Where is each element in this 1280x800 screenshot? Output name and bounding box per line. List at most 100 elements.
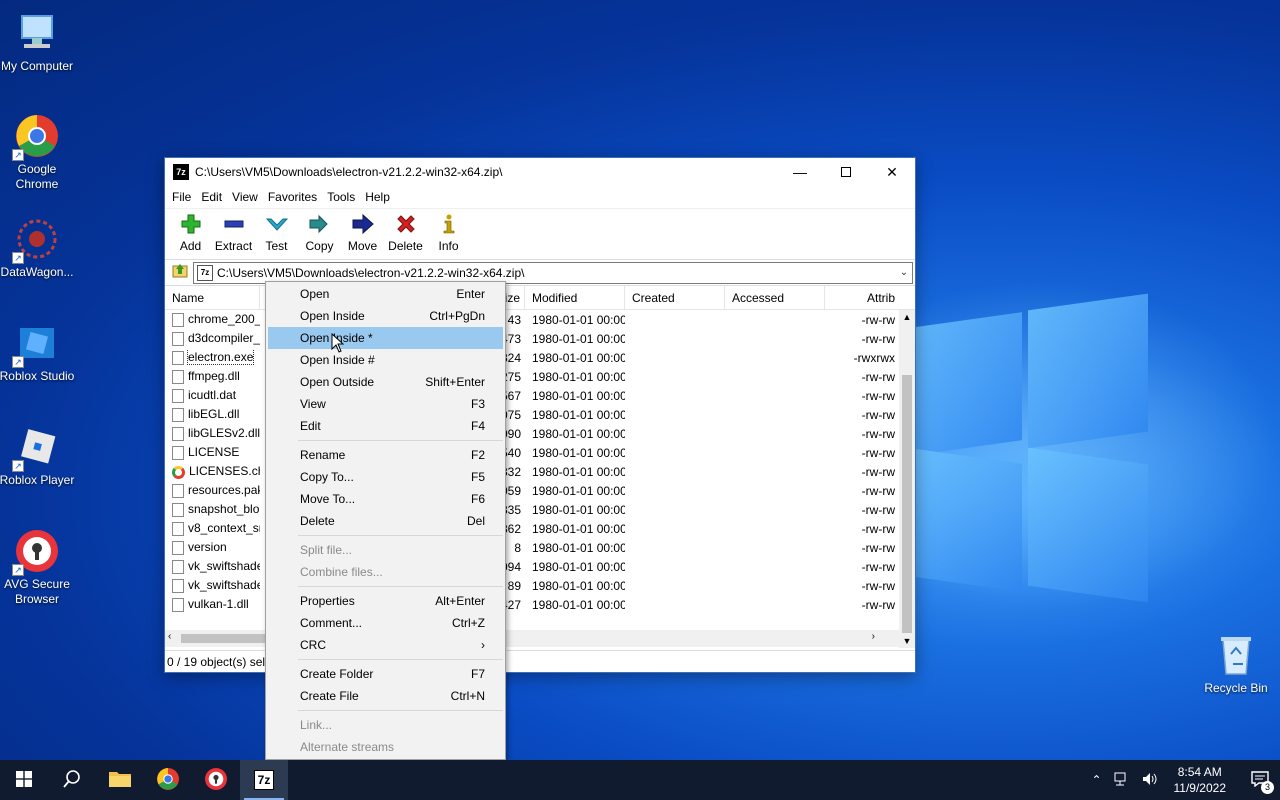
taskbar-file-explorer[interactable] — [96, 760, 144, 800]
move-button[interactable]: Move — [341, 209, 384, 259]
scroll-up-icon[interactable]: ▲ — [899, 310, 915, 324]
menu-tools[interactable]: Tools — [322, 190, 360, 204]
desktop-icon-avg-secure-browser[interactable]: ↗ AVG Secure Browser — [0, 528, 75, 607]
toolbar: Add Extract Test Copy Move Delete Info — [165, 208, 915, 260]
file-modified-cell: 1980-01-01 00:00 — [532, 578, 625, 593]
copy-button[interactable]: Copy — [298, 209, 341, 259]
scroll-left-icon[interactable]: ‹ — [168, 631, 171, 642]
file-modified-cell: 1980-01-01 00:00 — [532, 350, 625, 365]
window-titlebar[interactable]: 7z C:\Users\VM5\Downloads\electron-v21.2… — [165, 158, 915, 186]
menu-item-shortcut: F6 — [470, 492, 485, 506]
close-button[interactable]: ✕ — [869, 158, 915, 186]
menu-item-open-outside[interactable]: Open Outside Shift+Enter — [266, 371, 505, 393]
volume-icon[interactable] — [1142, 772, 1158, 789]
7zip-app-icon: 7z — [173, 164, 189, 180]
desktop-icon-roblox-player[interactable]: ↗ Roblox Player — [0, 424, 75, 488]
menu-item-label: CRC — [300, 638, 326, 652]
menu-favorites[interactable]: Favorites — [263, 190, 322, 204]
menu-item-open-inside[interactable]: Open Inside Ctrl+PgDn — [266, 305, 505, 327]
menu-file[interactable]: File — [167, 190, 196, 204]
menu-item-comment[interactable]: Comment... Ctrl+Z — [266, 612, 505, 634]
menu-item-create-file[interactable]: Create File Ctrl+N — [266, 685, 505, 707]
taskbar-7zip[interactable]: 7z — [240, 760, 288, 800]
menu-separator — [298, 659, 503, 660]
file-name-cell: vk_swiftshader — [165, 578, 260, 593]
notification-center-button[interactable]: 3 — [1240, 760, 1280, 800]
menu-item-rename[interactable]: Rename F2 — [266, 444, 505, 466]
menu-separator — [298, 586, 503, 587]
menu-item-shortcut: Del — [466, 514, 485, 528]
menu-item-open[interactable]: Open Enter — [266, 283, 505, 305]
taskbar-chrome[interactable] — [144, 760, 192, 800]
menu-help[interactable]: Help — [360, 190, 395, 204]
vertical-scroll-thumb[interactable] — [902, 375, 912, 633]
chevron-down-icon[interactable]: ⌄ — [896, 267, 912, 278]
scroll-down-icon[interactable]: ▼ — [899, 634, 915, 648]
column-name[interactable]: Name — [165, 286, 260, 309]
file-icon — [172, 483, 184, 498]
desktop-icon-label: My Computer — [0, 59, 74, 73]
start-button[interactable] — [0, 760, 48, 800]
column-modified[interactable]: Modified — [525, 286, 625, 309]
taskbar-avg-browser[interactable] — [192, 760, 240, 800]
delete-button[interactable]: Delete — [384, 209, 427, 259]
file-attrib-cell: -rw-rw — [861, 521, 895, 536]
file-attrib-cell: -rw-rw — [861, 407, 895, 422]
menu-item-crc[interactable]: CRC › — [266, 634, 505, 656]
search-button[interactable] — [48, 760, 96, 800]
desktop-icon-roblox-studio[interactable]: ↗ Roblox Studio — [0, 320, 75, 384]
file-name-cell: LICENSE — [165, 445, 260, 460]
minimize-button[interactable]: — — [777, 158, 823, 186]
file-name: vk_swiftshader — [188, 578, 260, 593]
menu-item-open-inside[interactable]: Open Inside # — [266, 349, 505, 371]
file-modified-cell: 1980-01-01 00:00 — [532, 597, 625, 612]
test-button[interactable]: Test — [255, 209, 298, 259]
file-modified-cell: 1980-01-01 00:00 — [532, 331, 625, 346]
shortcut-arrow-icon: ↗ — [12, 460, 24, 472]
add-button[interactable]: Add — [169, 209, 212, 259]
info-button[interactable]: Info — [427, 209, 470, 259]
chrome-file-icon — [172, 465, 185, 479]
menu-item-label: Link... — [300, 718, 333, 732]
menu-view[interactable]: View — [227, 190, 263, 204]
file-name: icudtl.dat — [188, 388, 237, 403]
menu-item-edit[interactable]: Edit F4 — [266, 415, 505, 437]
address-path: C:\Users\VM5\Downloads\electron-v21.2.2-… — [217, 265, 525, 280]
menu-item-view[interactable]: View F3 — [266, 393, 505, 415]
file-name: v8_context_sna — [188, 521, 260, 536]
menu-item-label: Rename — [300, 448, 346, 462]
column-attrib[interactable]: Attrib — [825, 286, 899, 309]
desktop-icon-datawagon[interactable]: ↗ DataWagon... — [0, 216, 75, 280]
file-attrib-cell: -rw-rw — [861, 331, 895, 346]
network-icon[interactable] — [1114, 772, 1130, 789]
desktop-icon-label: Google Chrome — [15, 162, 59, 191]
menu-item-label: View — [300, 397, 326, 411]
menu-item-shortcut: Ctrl+Z — [452, 616, 485, 630]
column-accessed[interactable]: Accessed — [725, 286, 825, 309]
clock-date: 11/9/2022 — [1173, 781, 1227, 795]
menu-item-copy-to[interactable]: Copy To... F5 — [266, 466, 505, 488]
extract-button[interactable]: Extract — [212, 209, 255, 259]
menu-item-delete[interactable]: Delete Del — [266, 510, 505, 532]
menu-item-create-folder[interactable]: Create Folder F7 — [266, 663, 505, 685]
chevron-up-icon[interactable]: ⌃ — [1091, 773, 1101, 787]
clock[interactable]: 8:54 AM 11/9/2022 — [1174, 764, 1227, 796]
desktop-icon-my-computer[interactable]: My Computer — [0, 10, 75, 74]
desktop-icon-label: Roblox Studio — [0, 369, 75, 383]
menu-item-label: Split file... — [300, 543, 353, 557]
menu-item-move-to[interactable]: Move To... F6 — [266, 488, 505, 510]
file-name-cell: vk_swiftshader — [165, 559, 260, 574]
column-created[interactable]: Created — [625, 286, 725, 309]
menu-item-open-inside[interactable]: Open Inside * — [268, 327, 503, 349]
horizontal-scroll-thumb[interactable] — [181, 634, 271, 643]
menu-edit[interactable]: Edit — [196, 190, 227, 204]
menu-item-properties[interactable]: Properties Alt+Enter — [266, 590, 505, 612]
scroll-right-icon[interactable]: › — [872, 631, 875, 642]
folder-up-button[interactable] — [167, 262, 193, 284]
menu-item-label: Combine files... — [300, 565, 383, 579]
desktop-icon-recycle-bin[interactable]: Recycle Bin — [1198, 632, 1274, 696]
maximize-button[interactable] — [823, 158, 869, 186]
desktop-icon-label: AVG Secure Browser — [4, 577, 70, 606]
vertical-scrollbar[interactable]: ▲ ▼ — [899, 310, 915, 648]
desktop-icon-google-chrome[interactable]: ↗ Google Chrome — [0, 113, 75, 192]
